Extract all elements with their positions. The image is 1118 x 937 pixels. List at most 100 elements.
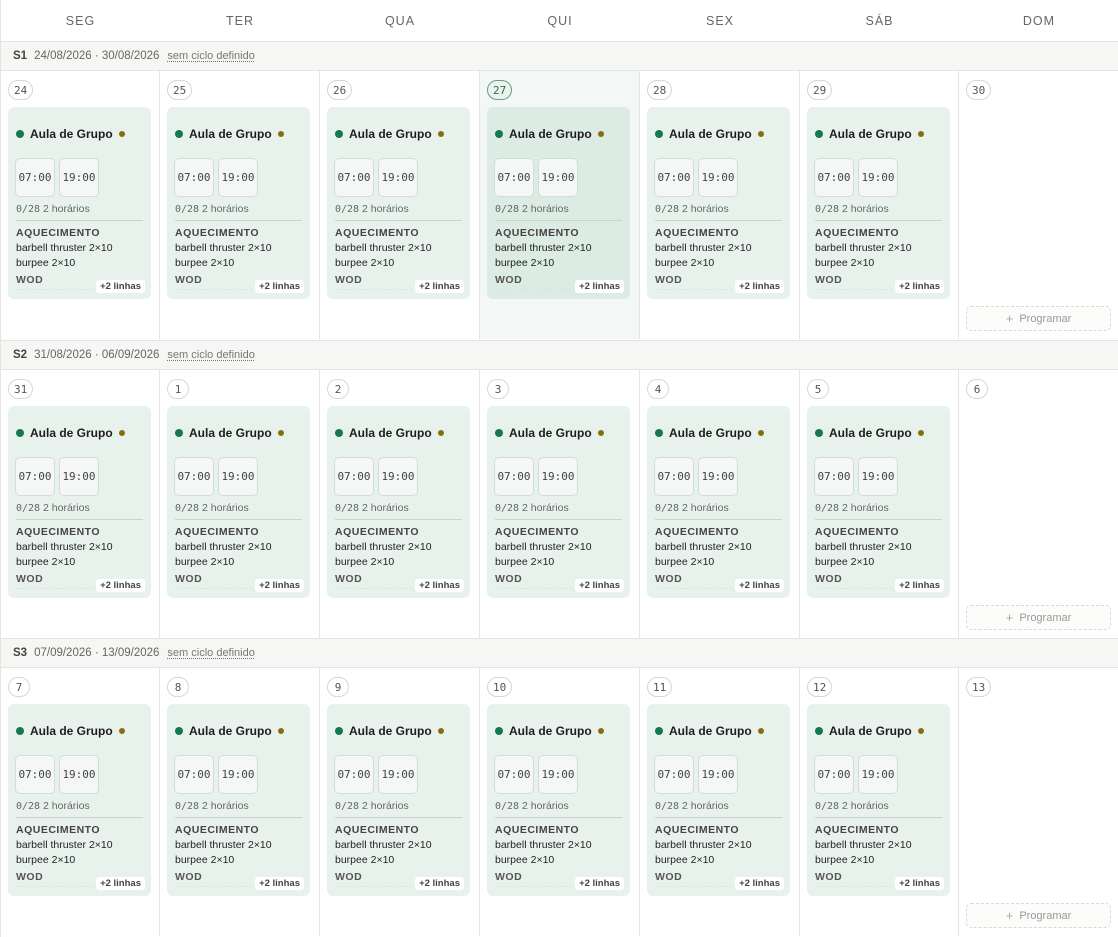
more-lines-badge[interactable]: +2 linhas: [415, 579, 464, 592]
day-cell[interactable]: 12 Aula de Grupo 07:00 19:00 0/28 2 horários…: [800, 668, 959, 936]
more-lines-badge[interactable]: +2 linhas: [415, 280, 464, 293]
time-chip[interactable]: 07:00: [494, 158, 534, 197]
workout-card[interactable]: Aula de Grupo 07:00 19:00 0/28 2 horários AQ…: [647, 107, 790, 299]
time-chip[interactable]: 19:00: [378, 457, 418, 496]
workout-card[interactable]: Aula de Grupo 07:00 19:00 0/28 2 horários AQ…: [8, 704, 151, 896]
time-chip[interactable]: 19:00: [538, 457, 578, 496]
more-lines-badge[interactable]: +2 linhas: [895, 877, 944, 890]
program-button[interactable]: + Programar: [966, 903, 1111, 928]
time-chip[interactable]: 19:00: [59, 457, 99, 496]
more-lines-badge[interactable]: +2 linhas: [255, 280, 304, 293]
time-chip[interactable]: 19:00: [218, 457, 258, 496]
workout-card[interactable]: Aula de Grupo 07:00 19:00 0/28 2 horários AQ…: [487, 704, 630, 896]
workout-card[interactable]: Aula de Grupo 07:00 19:00 0/28 2 horários AQ…: [487, 107, 630, 299]
day-cell[interactable]: 5 Aula de Grupo 07:00 19:00 0/28 2 horários A…: [800, 370, 959, 638]
more-lines-badge[interactable]: +2 linhas: [575, 579, 624, 592]
time-chip[interactable]: 07:00: [15, 457, 55, 496]
workout-card[interactable]: Aula de Grupo 07:00 19:00 0/28 2 horários AQ…: [8, 406, 151, 598]
more-lines-badge[interactable]: +2 linhas: [96, 280, 145, 293]
day-cell[interactable]: 9 Aula de Grupo 07:00 19:00 0/28 2 horários A…: [320, 668, 480, 936]
workout-card[interactable]: Aula de Grupo 07:00 19:00 0/28 2 horários AQ…: [647, 704, 790, 896]
more-lines-badge[interactable]: +2 linhas: [735, 579, 784, 592]
time-chip[interactable]: 07:00: [174, 755, 214, 794]
time-chip[interactable]: 19:00: [538, 755, 578, 794]
program-button[interactable]: + Programar: [966, 306, 1111, 331]
week-cycle-link[interactable]: sem ciclo definido: [167, 647, 254, 659]
day-cell[interactable]: 7 Aula de Grupo 07:00 19:00 0/28 2 horários A…: [1, 668, 160, 936]
day-cell[interactable]: 1 Aula de Grupo 07:00 19:00 0/28 2 horários A…: [160, 370, 320, 638]
workout-card[interactable]: Aula de Grupo 07:00 19:00 0/28 2 horários AQ…: [807, 704, 950, 896]
more-lines-badge[interactable]: +2 linhas: [575, 280, 624, 293]
workout-card[interactable]: Aula de Grupo 07:00 19:00 0/28 2 horários AQ…: [167, 107, 310, 299]
week-cycle-link[interactable]: sem ciclo definido: [167, 50, 254, 62]
time-chip[interactable]: 07:00: [654, 457, 694, 496]
day-cell[interactable]: 27 Aula de Grupo 07:00 19:00 0/28 2 horários…: [480, 71, 640, 339]
day-cell[interactable]: 13 + Programar: [959, 668, 1118, 936]
time-chip[interactable]: 07:00: [15, 755, 55, 794]
more-lines-badge[interactable]: +2 linhas: [575, 877, 624, 890]
more-lines-badge[interactable]: +2 linhas: [255, 877, 304, 890]
time-chip[interactable]: 07:00: [814, 457, 854, 496]
time-chip[interactable]: 19:00: [59, 755, 99, 794]
day-cell[interactable]: 8 Aula de Grupo 07:00 19:00 0/28 2 horários A…: [160, 668, 320, 936]
day-cell[interactable]: 30 + Programar: [959, 71, 1118, 339]
time-chip[interactable]: 19:00: [378, 158, 418, 197]
time-chip[interactable]: 19:00: [858, 755, 898, 794]
workout-card[interactable]: Aula de Grupo 07:00 19:00 0/28 2 horários AQ…: [647, 406, 790, 598]
workout-card[interactable]: Aula de Grupo 07:00 19:00 0/28 2 horários AQ…: [807, 406, 950, 598]
workout-card[interactable]: Aula de Grupo 07:00 19:00 0/28 2 horários AQ…: [8, 107, 151, 299]
exercise-line: barbell thruster 2×10: [335, 839, 432, 851]
more-lines-badge[interactable]: +2 linhas: [895, 280, 944, 293]
time-chip[interactable]: 19:00: [858, 158, 898, 197]
more-lines-badge[interactable]: +2 linhas: [415, 877, 464, 890]
time-chip[interactable]: 19:00: [218, 158, 258, 197]
workout-card[interactable]: Aula de Grupo 07:00 19:00 0/28 2 horários AQ…: [167, 406, 310, 598]
time-chip[interactable]: 07:00: [334, 755, 374, 794]
more-lines-badge[interactable]: +2 linhas: [255, 579, 304, 592]
time-chip[interactable]: 19:00: [698, 158, 738, 197]
day-cell[interactable]: 31 Aula de Grupo 07:00 19:00 0/28 2 horários…: [1, 370, 160, 638]
workout-card[interactable]: Aula de Grupo 07:00 19:00 0/28 2 horários AQ…: [167, 704, 310, 896]
day-cell[interactable]: 3 Aula de Grupo 07:00 19:00 0/28 2 horários A…: [480, 370, 640, 638]
time-chip[interactable]: 07:00: [334, 158, 374, 197]
workout-card[interactable]: Aula de Grupo 07:00 19:00 0/28 2 horários AQ…: [327, 107, 470, 299]
more-lines-badge[interactable]: +2 linhas: [96, 579, 145, 592]
week-cycle-link[interactable]: sem ciclo definido: [167, 349, 254, 361]
time-chip[interactable]: 19:00: [698, 755, 738, 794]
time-chip[interactable]: 19:00: [59, 158, 99, 197]
time-chip[interactable]: 07:00: [174, 457, 214, 496]
day-cell[interactable]: 2 Aula de Grupo 07:00 19:00 0/28 2 horários A…: [320, 370, 480, 638]
time-chip[interactable]: 07:00: [654, 158, 694, 197]
workout-card[interactable]: Aula de Grupo 07:00 19:00 0/28 2 horários AQ…: [807, 107, 950, 299]
workout-card[interactable]: Aula de Grupo 07:00 19:00 0/28 2 horários AQ…: [327, 406, 470, 598]
time-chip[interactable]: 07:00: [494, 457, 534, 496]
time-chip[interactable]: 07:00: [814, 158, 854, 197]
time-chip[interactable]: 07:00: [174, 158, 214, 197]
day-cell[interactable]: 11 Aula de Grupo 07:00 19:00 0/28 2 horários…: [640, 668, 800, 936]
day-cell[interactable]: 6 + Programar: [959, 370, 1118, 638]
time-chip[interactable]: 19:00: [698, 457, 738, 496]
day-cell[interactable]: 24 Aula de Grupo 07:00 19:00 0/28 2 horários…: [1, 71, 160, 339]
more-lines-badge[interactable]: +2 linhas: [895, 579, 944, 592]
time-chip[interactable]: 07:00: [814, 755, 854, 794]
time-chip[interactable]: 19:00: [218, 755, 258, 794]
time-chip[interactable]: 19:00: [538, 158, 578, 197]
workout-card[interactable]: Aula de Grupo 07:00 19:00 0/28 2 horários AQ…: [487, 406, 630, 598]
time-chip[interactable]: 07:00: [494, 755, 534, 794]
time-chip[interactable]: 07:00: [15, 158, 55, 197]
time-chip[interactable]: 07:00: [334, 457, 374, 496]
day-cell[interactable]: 4 Aula de Grupo 07:00 19:00 0/28 2 horários A…: [640, 370, 800, 638]
more-lines-badge[interactable]: +2 linhas: [735, 280, 784, 293]
time-chip[interactable]: 19:00: [858, 457, 898, 496]
time-chip[interactable]: 19:00: [378, 755, 418, 794]
more-lines-badge[interactable]: +2 linhas: [735, 877, 784, 890]
time-chip[interactable]: 07:00: [654, 755, 694, 794]
day-cell[interactable]: 28 Aula de Grupo 07:00 19:00 0/28 2 horários…: [640, 71, 800, 339]
more-lines-badge[interactable]: +2 linhas: [96, 877, 145, 890]
day-cell[interactable]: 10 Aula de Grupo 07:00 19:00 0/28 2 horários…: [480, 668, 640, 936]
day-cell[interactable]: 26 Aula de Grupo 07:00 19:00 0/28 2 horários…: [320, 71, 480, 339]
program-button[interactable]: + Programar: [966, 605, 1111, 630]
workout-card[interactable]: Aula de Grupo 07:00 19:00 0/28 2 horários AQ…: [327, 704, 470, 896]
day-cell[interactable]: 25 Aula de Grupo 07:00 19:00 0/28 2 horários…: [160, 71, 320, 339]
day-cell[interactable]: 29 Aula de Grupo 07:00 19:00 0/28 2 horários…: [800, 71, 959, 339]
